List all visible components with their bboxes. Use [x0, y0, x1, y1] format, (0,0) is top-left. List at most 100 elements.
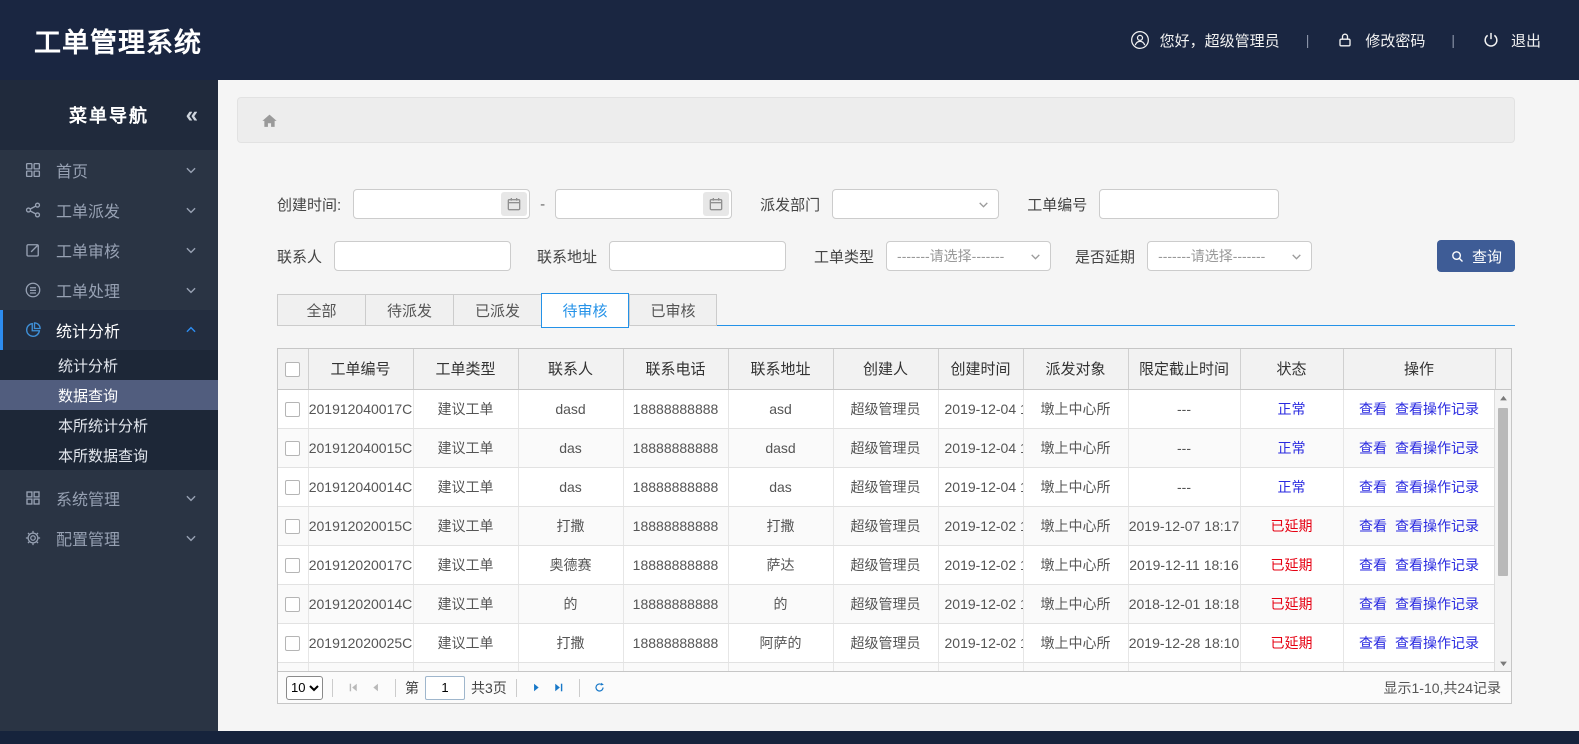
view-log-link[interactable]: 查看操作记录 [1395, 557, 1479, 573]
page-number-input[interactable] [425, 675, 465, 700]
view-log-link[interactable]: 查看操作记录 [1395, 440, 1479, 456]
refresh-button[interactable] [589, 677, 611, 699]
tab-pending-review[interactable]: 待审核 [541, 293, 629, 328]
view-link[interactable]: 查看 [1359, 635, 1387, 651]
scrollbar-thumb[interactable] [1498, 408, 1508, 576]
view-log-link[interactable]: 查看操作记录 [1395, 635, 1479, 651]
select-all-checkbox[interactable] [285, 361, 301, 377]
tab-reviewed[interactable]: 已审核 [629, 294, 717, 326]
first-page-button[interactable] [342, 677, 364, 699]
sidebar-subitem-local-data-query[interactable]: 本所数据查询 [0, 440, 218, 470]
cell-order-no: 201912020014C [308, 584, 414, 624]
record-summary: 显示1-10,共24记录 [1383, 679, 1501, 696]
sidebar-item-label: 配置管理 [56, 532, 121, 549]
row-checkbox[interactable] [285, 596, 301, 612]
top-bar: 工单管理系统 您好，超级管理员 | 修改密码 | 退出 [0, 0, 1579, 80]
sidebar-item-review[interactable]: 工单审核 [0, 230, 218, 270]
view-log-link[interactable]: 查看操作记录 [1395, 596, 1479, 612]
contact-input[interactable] [334, 241, 512, 271]
cell-type: 建议工单 [413, 428, 519, 468]
row-checkbox[interactable] [285, 440, 301, 456]
view-log-link[interactable]: 查看操作记录 [1395, 479, 1479, 495]
row-checkbox[interactable] [285, 557, 301, 573]
sidebar-item-process[interactable]: 工单处理 [0, 270, 218, 310]
cell-address: 阿萨的 [728, 623, 834, 663]
order-type-select[interactable]: -------请选择------- [886, 241, 1052, 271]
sidebar-item-dispatch[interactable]: 工单派发 [0, 190, 218, 230]
cell-contact: 打撒 [518, 623, 624, 663]
cell-actions: 查看 查看操作记录 [1343, 545, 1496, 585]
sidebar-item-label: 工单审核 [56, 244, 121, 261]
tab-pending-dispatch[interactable]: 待派发 [365, 294, 453, 326]
row-checkbox[interactable] [285, 479, 301, 495]
sidebar-header: 菜单导航 « [0, 80, 218, 150]
view-link[interactable]: 查看 [1359, 401, 1387, 417]
sidebar-item-statistics[interactable]: 统计分析 [0, 310, 218, 350]
sidebar-collapse-icon[interactable]: « [186, 104, 198, 126]
statistics-submenu: 统计分析 数据查询 本所统计分析 本所数据查询 [0, 350, 218, 470]
cell-created: 2019-12-02 16 [938, 584, 1024, 624]
process-icon [25, 282, 41, 298]
view-link[interactable]: 查看 [1359, 557, 1387, 573]
delay-select[interactable]: -------请选择------- [1147, 241, 1313, 271]
dashboard-icon [25, 162, 41, 178]
search-button[interactable]: 查询 [1437, 240, 1515, 272]
table-header: 工单编号 工单类型 联系人 联系电话 联系地址 创建人 创建时间 派发对象 限定… [278, 349, 1511, 390]
cell-type: 建议工单 [413, 506, 519, 546]
order-no-label: 工单编号 [1027, 196, 1088, 214]
view-link[interactable]: 查看 [1359, 596, 1387, 612]
cell-order-no [308, 662, 414, 671]
sidebar-item-system[interactable]: 系统管理 [0, 478, 218, 518]
view-log-link[interactable]: 查看操作记录 [1395, 401, 1479, 417]
sidebar-subitem-statistics-analysis[interactable]: 统计分析 [0, 350, 218, 380]
cell-actions: 查看 查看操作记录 [1343, 467, 1496, 507]
cell-deadline [1128, 662, 1241, 671]
main-content: 创建时间: - 派发部门 工单编号 联系人 联系地址 工单类型 -------请… [218, 80, 1579, 731]
cell-target: 墩上中心所 [1023, 389, 1129, 429]
lock-icon [1339, 33, 1351, 47]
order-no-input[interactable] [1099, 189, 1280, 219]
prev-page-button[interactable] [364, 677, 386, 699]
user-greeting[interactable]: 您好，超级管理员 [1130, 30, 1280, 51]
chevron-down-icon [979, 201, 988, 208]
sidebar-menu: 首页 工单派发 工单审核 工单处理 统计分析 统计分析 数据查询 本所统计分析 … [0, 150, 218, 731]
scroll-down-arrow[interactable] [1495, 655, 1511, 671]
tab-dispatched[interactable]: 已派发 [453, 294, 541, 326]
tab-all[interactable]: 全部 [277, 294, 365, 326]
logout-button[interactable]: 退出 [1481, 30, 1541, 51]
cell-address: asd [728, 389, 834, 429]
table-row: 201912020017C 建议工单 奥德赛 18888888888 萨达 超级管理员 20… [278, 545, 1511, 585]
sidebar-item-config[interactable]: 配置管理 [0, 518, 218, 558]
col-target: 派发对象 [1023, 349, 1129, 390]
calendar-button[interactable] [703, 192, 730, 216]
orders-table: 工单编号 工单类型 联系人 联系电话 联系地址 创建人 创建时间 派发对象 限定… [277, 348, 1512, 704]
address-input[interactable] [609, 241, 787, 271]
view-link[interactable]: 查看 [1359, 440, 1387, 456]
cell-phone: 18888888888 [623, 506, 729, 546]
last-page-button[interactable] [548, 677, 570, 699]
view-link[interactable]: 查看 [1359, 479, 1387, 495]
table-scrollbar[interactable] [1494, 390, 1511, 671]
row-checkbox[interactable] [285, 518, 301, 534]
row-checkbox[interactable] [285, 635, 301, 651]
view-log-link[interactable]: 查看操作记录 [1395, 518, 1479, 534]
change-password-button[interactable]: 修改密码 [1335, 30, 1425, 51]
sidebar-subitem-local-statistics[interactable]: 本所统计分析 [0, 410, 218, 440]
dispatch-dept-select[interactable] [832, 189, 1000, 219]
sidebar-subitem-data-query[interactable]: 数据查询 [0, 380, 218, 410]
page-size-select[interactable]: 10 [286, 675, 323, 700]
calendar-button[interactable] [501, 192, 528, 216]
scroll-up-arrow[interactable] [1495, 390, 1511, 406]
cell-order-no: 201912040014C [308, 467, 414, 507]
col-operations: 操作 [1343, 349, 1496, 390]
col-spacer [1495, 349, 1511, 390]
chevron-down-icon [186, 207, 196, 214]
next-page-button[interactable] [526, 677, 548, 699]
row-checkbox-cell [278, 662, 309, 671]
sidebar-item-home[interactable]: 首页 [0, 150, 218, 190]
view-link[interactable]: 查看 [1359, 518, 1387, 534]
topbar-divider: | [1305, 32, 1310, 48]
pie-chart-icon [26, 322, 41, 337]
home-icon[interactable] [260, 111, 279, 130]
row-checkbox[interactable] [285, 401, 301, 417]
